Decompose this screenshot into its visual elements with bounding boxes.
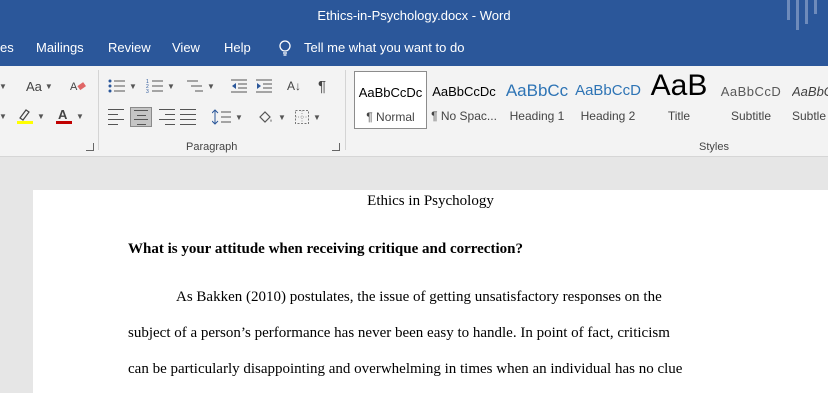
style-preview: AaBbCcD: [575, 82, 641, 99]
font-dialog-launcher[interactable]: [86, 143, 94, 151]
multilevel-list-button[interactable]: ▼: [186, 76, 215, 96]
document-page[interactable]: Ethics in Psychology What is your attitu…: [33, 190, 828, 393]
pilcrow-icon: ¶: [318, 77, 327, 95]
title-decoration: [796, 0, 799, 30]
clear-formatting-button[interactable]: A: [70, 76, 86, 96]
tab-mailings[interactable]: Mailings: [36, 40, 84, 55]
change-case-label: Aa: [26, 78, 42, 94]
tab-view[interactable]: View: [172, 40, 200, 55]
paint-bucket-icon: [259, 111, 272, 123]
tab-references[interactable]: es: [0, 40, 14, 55]
group-separator: [98, 70, 99, 150]
document-heading: What is your attitude when receiving cri…: [128, 241, 523, 257]
paragraph-line: can be particularly disappointing and ov…: [128, 361, 683, 377]
style-heading-2[interactable]: AaBbCcD Heading 2: [574, 71, 642, 129]
document-title: Ethics in Psychology: [367, 193, 494, 209]
font-size-dropdown[interactable]: ▼: [0, 76, 7, 96]
tab-help[interactable]: Help: [224, 40, 251, 55]
ribbon: ▼ Aa▼ A ▼ ▼ A ▼ ▼ 123 ▼: [0, 66, 828, 157]
highlighter-icon: [17, 109, 33, 124]
tell-me-search[interactable]: Tell me what you want to do: [304, 40, 464, 55]
lightbulb-icon[interactable]: [278, 40, 292, 56]
align-center-icon: [130, 107, 152, 127]
paragraph-line: As Bakken (2010) postulates, the issue o…: [176, 289, 662, 305]
style-preview: AaBbCcD: [720, 84, 782, 99]
title-decoration: [814, 0, 817, 14]
borders-icon: [295, 110, 309, 124]
style-no-spacing[interactable]: AaBbCcDc ¶ No Spac...: [429, 71, 499, 129]
style-heading-1[interactable]: AaBbCc Heading 1: [502, 71, 572, 129]
svg-text:3: 3: [146, 89, 149, 94]
numbering-button[interactable]: 123 ▼: [146, 76, 175, 96]
title-decoration: [805, 0, 808, 24]
style-preview: AaB: [650, 71, 708, 102]
decrease-indent-icon: [231, 79, 247, 93]
bullets-icon: [108, 79, 125, 93]
font-color-button[interactable]: A ▼: [55, 106, 84, 126]
style-title[interactable]: AaB Title: [645, 71, 713, 129]
font-dropdown-caret[interactable]: ▼: [0, 106, 7, 126]
align-right-button[interactable]: [157, 107, 175, 127]
eraser-icon: A: [70, 81, 86, 93]
title-bar: Ethics-in-Psychology.docx - Word es Mail…: [0, 0, 828, 66]
increase-indent-icon: [256, 79, 272, 93]
window-title: Ethics-in-Psychology.docx - Word: [317, 8, 511, 23]
style-preview: AaBbC: [792, 84, 828, 99]
show-formatting-button[interactable]: ¶: [318, 76, 326, 96]
multilevel-list-icon: [187, 80, 203, 92]
sort-icon: A↓: [287, 79, 302, 93]
justify-button[interactable]: [180, 107, 198, 127]
shading-button[interactable]: ▼: [257, 107, 286, 127]
font-color-icon: A: [56, 107, 72, 124]
line-spacing-icon: [212, 109, 231, 125]
title-decoration: [787, 0, 790, 20]
svg-text:A: A: [58, 107, 68, 122]
paragraph-line: subject of a person’s performance has ne…: [128, 325, 670, 341]
styles-gallery: AaBbCcDc ¶ Normal AaBbCcDc ¶ No Spac... …: [352, 71, 828, 131]
style-preview: AaBbCc: [505, 81, 569, 100]
style-subtle-emphasis[interactable]: AaBbC Subtle: [788, 71, 828, 129]
group-separator: [345, 70, 346, 150]
line-spacing-button[interactable]: ▼: [212, 107, 243, 127]
borders-button[interactable]: ▼: [294, 107, 321, 127]
paragraph-dialog-launcher[interactable]: [332, 143, 340, 151]
highlight-color-button[interactable]: ▼: [16, 106, 45, 126]
align-left-icon: [108, 107, 126, 127]
style-label: Subtle: [792, 109, 827, 123]
styles-group-label: Styles: [699, 141, 729, 153]
change-case-button[interactable]: Aa ▼: [26, 76, 53, 96]
numbering-icon: 123: [146, 79, 163, 94]
svg-text:A: A: [70, 81, 78, 93]
style-normal[interactable]: AaBbCcDc ¶ Normal: [354, 71, 427, 129]
align-right-icon: [157, 107, 175, 127]
style-label: ¶ Normal: [366, 110, 415, 124]
style-label: Heading 1: [509, 109, 565, 123]
align-left-button[interactable]: [108, 107, 126, 127]
sort-button[interactable]: A↓: [287, 76, 301, 96]
increase-indent-button[interactable]: [255, 76, 273, 96]
decrease-indent-button[interactable]: [230, 76, 248, 96]
paragraph-group-label: Paragraph: [186, 141, 238, 153]
bullets-button[interactable]: ▼: [108, 76, 137, 96]
style-label: Subtitle: [730, 109, 772, 123]
justify-icon: [180, 107, 198, 127]
style-label: ¶ No Spac...: [431, 109, 497, 123]
style-subtitle[interactable]: AaBbCcD Subtitle: [716, 71, 786, 129]
style-label: Title: [667, 109, 691, 123]
tab-review[interactable]: Review: [108, 40, 151, 55]
style-label: Heading 2: [580, 109, 636, 123]
align-center-button[interactable]: [130, 107, 152, 127]
style-preview: AaBbCcDc: [432, 84, 496, 99]
style-preview: AaBbCcDc: [358, 85, 423, 100]
